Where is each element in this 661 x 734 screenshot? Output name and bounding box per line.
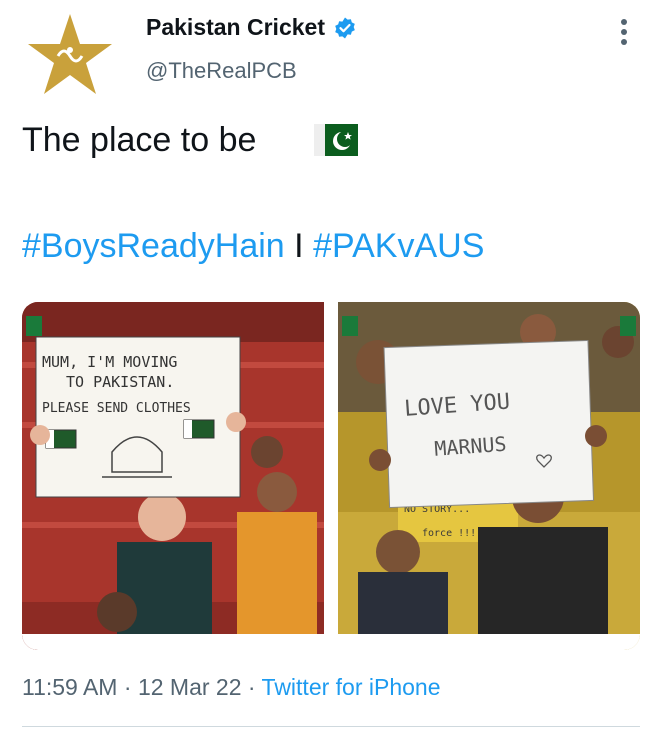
hashtag-line: #BoysReadyHain I #PAKvAUS [22,226,484,266]
left-sign-line-2: TO PAKISTAN. [66,373,174,391]
right-sign-line-2: MARNUS [434,432,508,461]
tweet-date[interactable]: 12 Mar 22 [138,674,242,700]
tweet-time[interactable]: 11:59 AM [22,674,117,700]
pakistan-flag-icon [314,124,358,156]
photo-right[interactable]: NO STORY... force !!! LOVE YOU MARNUS [338,302,640,650]
verified-badge-icon [335,17,355,38]
media-grid[interactable]: MUM, I'M MOVING TO PAKISTAN. PLEASE SEND… [22,302,640,650]
display-name[interactable]: Pakistan Cricket [146,14,325,41]
back-sign-line-2: force !!! [422,528,476,539]
avatar[interactable] [22,8,118,104]
pcb-star-logo-icon [28,14,112,94]
left-sign-line-3: PLEASE SEND CLOTHES [42,401,191,416]
hashtag-separator: I [294,227,304,265]
meta-dot: · [247,674,256,700]
hashtag-pakvaus[interactable]: #PAKvAUS [313,227,484,265]
tweet-text: The place to be [22,121,257,159]
hashtag-boysreadyhain[interactable]: #BoysReadyHain [22,227,285,265]
user-handle[interactable]: @TheRealPCB [146,58,297,84]
left-sign-line-1: MUM, I'M MOVING [42,353,177,371]
photo-left[interactable]: MUM, I'M MOVING TO PAKISTAN. PLEASE SEND… [22,302,324,650]
more-options-icon[interactable] [612,14,636,50]
tweet-metadata: 11:59 AM · 12 Mar 22 · Twitter for iPhon… [22,674,441,701]
divider [22,726,640,727]
meta-dot: · [123,674,132,700]
tweet-source[interactable]: Twitter for iPhone [262,674,441,700]
